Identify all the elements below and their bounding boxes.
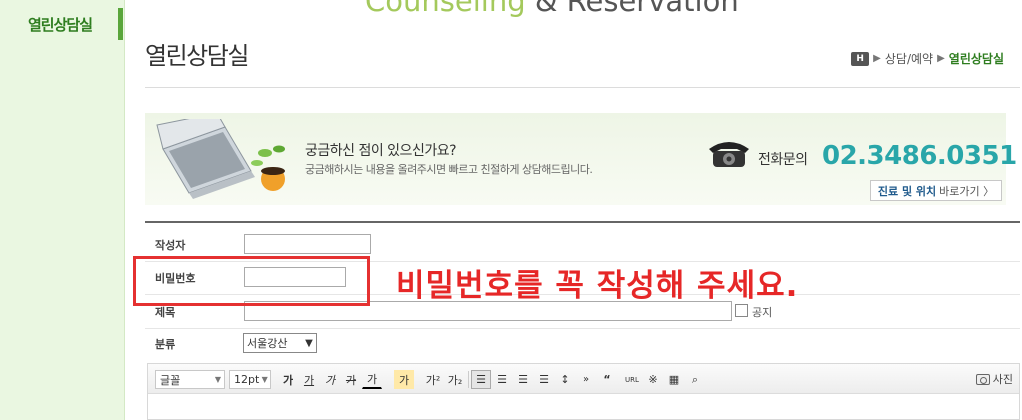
font-family-value: 글꼴 [160, 373, 181, 387]
url-link-button[interactable]: URL [622, 370, 642, 389]
font-size-select[interactable]: 12pt ▼ [229, 370, 271, 389]
laptop-illustration-icon [156, 119, 285, 199]
banner-word-counseling: Counseling [365, 0, 526, 18]
camera-icon [975, 373, 990, 385]
notice-checkbox[interactable] [735, 304, 748, 317]
form-top-divider [145, 221, 1020, 223]
bold-button[interactable]: 가 [278, 370, 298, 389]
location-link-button[interactable]: 진료 및 위치 바로가기 〉 [870, 180, 1002, 201]
subscript-button[interactable]: 가₂ [445, 370, 465, 389]
sidebar-active-indicator [118, 8, 123, 40]
content-editor[interactable]: 글꼴 ▼ 12pt ▼ 가 가 가 가 가 가 가² 가₂ ☰ ☰ ☰ ☰ ↕ » … [147, 363, 1020, 420]
sidebar-item-label: 열린상담실 [28, 16, 93, 34]
chevron-down-icon: ▼ [305, 337, 313, 349]
quote-icon[interactable]: “ [597, 370, 617, 389]
chevron-right-icon: ▶ [937, 53, 945, 64]
strikethrough-button[interactable]: 가 [341, 370, 361, 389]
editor-toolbar: 글꼴 ▼ 12pt ▼ 가 가 가 가 가 가 가² 가₂ ☰ ☰ ☰ ☰ ↕ » … [148, 364, 1019, 394]
header-banner: Counseling & Reservation [365, 0, 739, 18]
phone-label: 전화문의 [758, 152, 808, 168]
author-label: 작성자 [155, 239, 186, 252]
form-row-author: 작성자 [145, 233, 1020, 262]
more-options-icon[interactable]: » [576, 370, 596, 389]
notice-label: 공지 [752, 306, 773, 319]
location-link-bold: 진료 및 위치 [877, 184, 937, 198]
font-color-button[interactable]: 가 [362, 370, 382, 389]
italic-button[interactable]: 가 [320, 370, 340, 389]
phone-number: 02.3486.0351 [822, 141, 1017, 171]
category-selected-value: 서울강산 [247, 337, 288, 350]
highlight-color-button[interactable]: 가 [394, 370, 414, 389]
password-highlight-box [133, 256, 370, 306]
align-right-icon[interactable]: ☰ [513, 370, 533, 389]
photo-label: 사진 [992, 373, 1013, 386]
superscript-button[interactable]: 가² [423, 370, 443, 389]
breadcrumb: H ▶ 상담/예약 ▶ 열린상담실 [851, 50, 1004, 67]
sidebar-item-open-counseling[interactable]: 열린상담실 [0, 8, 123, 40]
author-input[interactable] [244, 234, 371, 254]
search-icon[interactable]: ⌕ [685, 370, 705, 389]
toolbar-divider [468, 371, 469, 388]
align-justify-icon[interactable]: ☰ [534, 370, 554, 389]
title-divider [145, 87, 1020, 88]
category-label: 분류 [155, 338, 176, 351]
align-left-icon[interactable]: ☰ [471, 370, 491, 389]
row-divider [145, 328, 1020, 329]
photo-button[interactable]: 사진 [975, 371, 1013, 387]
home-icon[interactable]: H [851, 51, 870, 66]
font-size-value: 12pt [234, 373, 260, 386]
align-center-icon[interactable]: ☰ [492, 370, 512, 389]
chevron-down-icon: ▼ [261, 375, 268, 384]
page-title: 열린상담실 [145, 42, 249, 70]
category-select[interactable]: 서울강산 ▼ [243, 333, 317, 353]
breadcrumb-current[interactable]: 열린상담실 [949, 50, 1004, 67]
chevron-right-icon: ▶ [873, 53, 881, 64]
breadcrumb-counseling[interactable]: 상담/예약 [885, 50, 933, 67]
password-annotation: 비밀번호를 꼭 작성해 주세요. [396, 268, 799, 304]
special-char-icon[interactable]: ※ [643, 370, 663, 389]
underline-button[interactable]: 가 [299, 370, 319, 389]
chevron-down-icon: ▼ [214, 375, 222, 384]
subject-label: 제목 [155, 306, 176, 319]
sidebar: 열린상담실 [0, 0, 125, 420]
form-row-category: 분류 서울강산 ▼ [145, 332, 1020, 356]
location-link-label: 바로가기 〉 [939, 184, 995, 198]
font-family-select[interactable]: 글꼴 ▼ [155, 370, 225, 389]
line-height-icon[interactable]: ↕ [555, 370, 575, 389]
table-icon[interactable]: ▦ [664, 370, 684, 389]
telephone-icon [709, 142, 749, 167]
info-banner: 궁금하신 점이 있으신가요? 궁금해하시는 내용을 올려주시면 빠르고 친절하게… [145, 113, 1017, 205]
question-title: 궁금하신 점이 있으신가요? [305, 143, 457, 159]
banner-word-reservation: & Reservation [525, 0, 739, 18]
question-subtitle: 궁금해하시는 내용을 올려주시면 빠르고 친절하게 상담해드립니다. [305, 163, 593, 176]
